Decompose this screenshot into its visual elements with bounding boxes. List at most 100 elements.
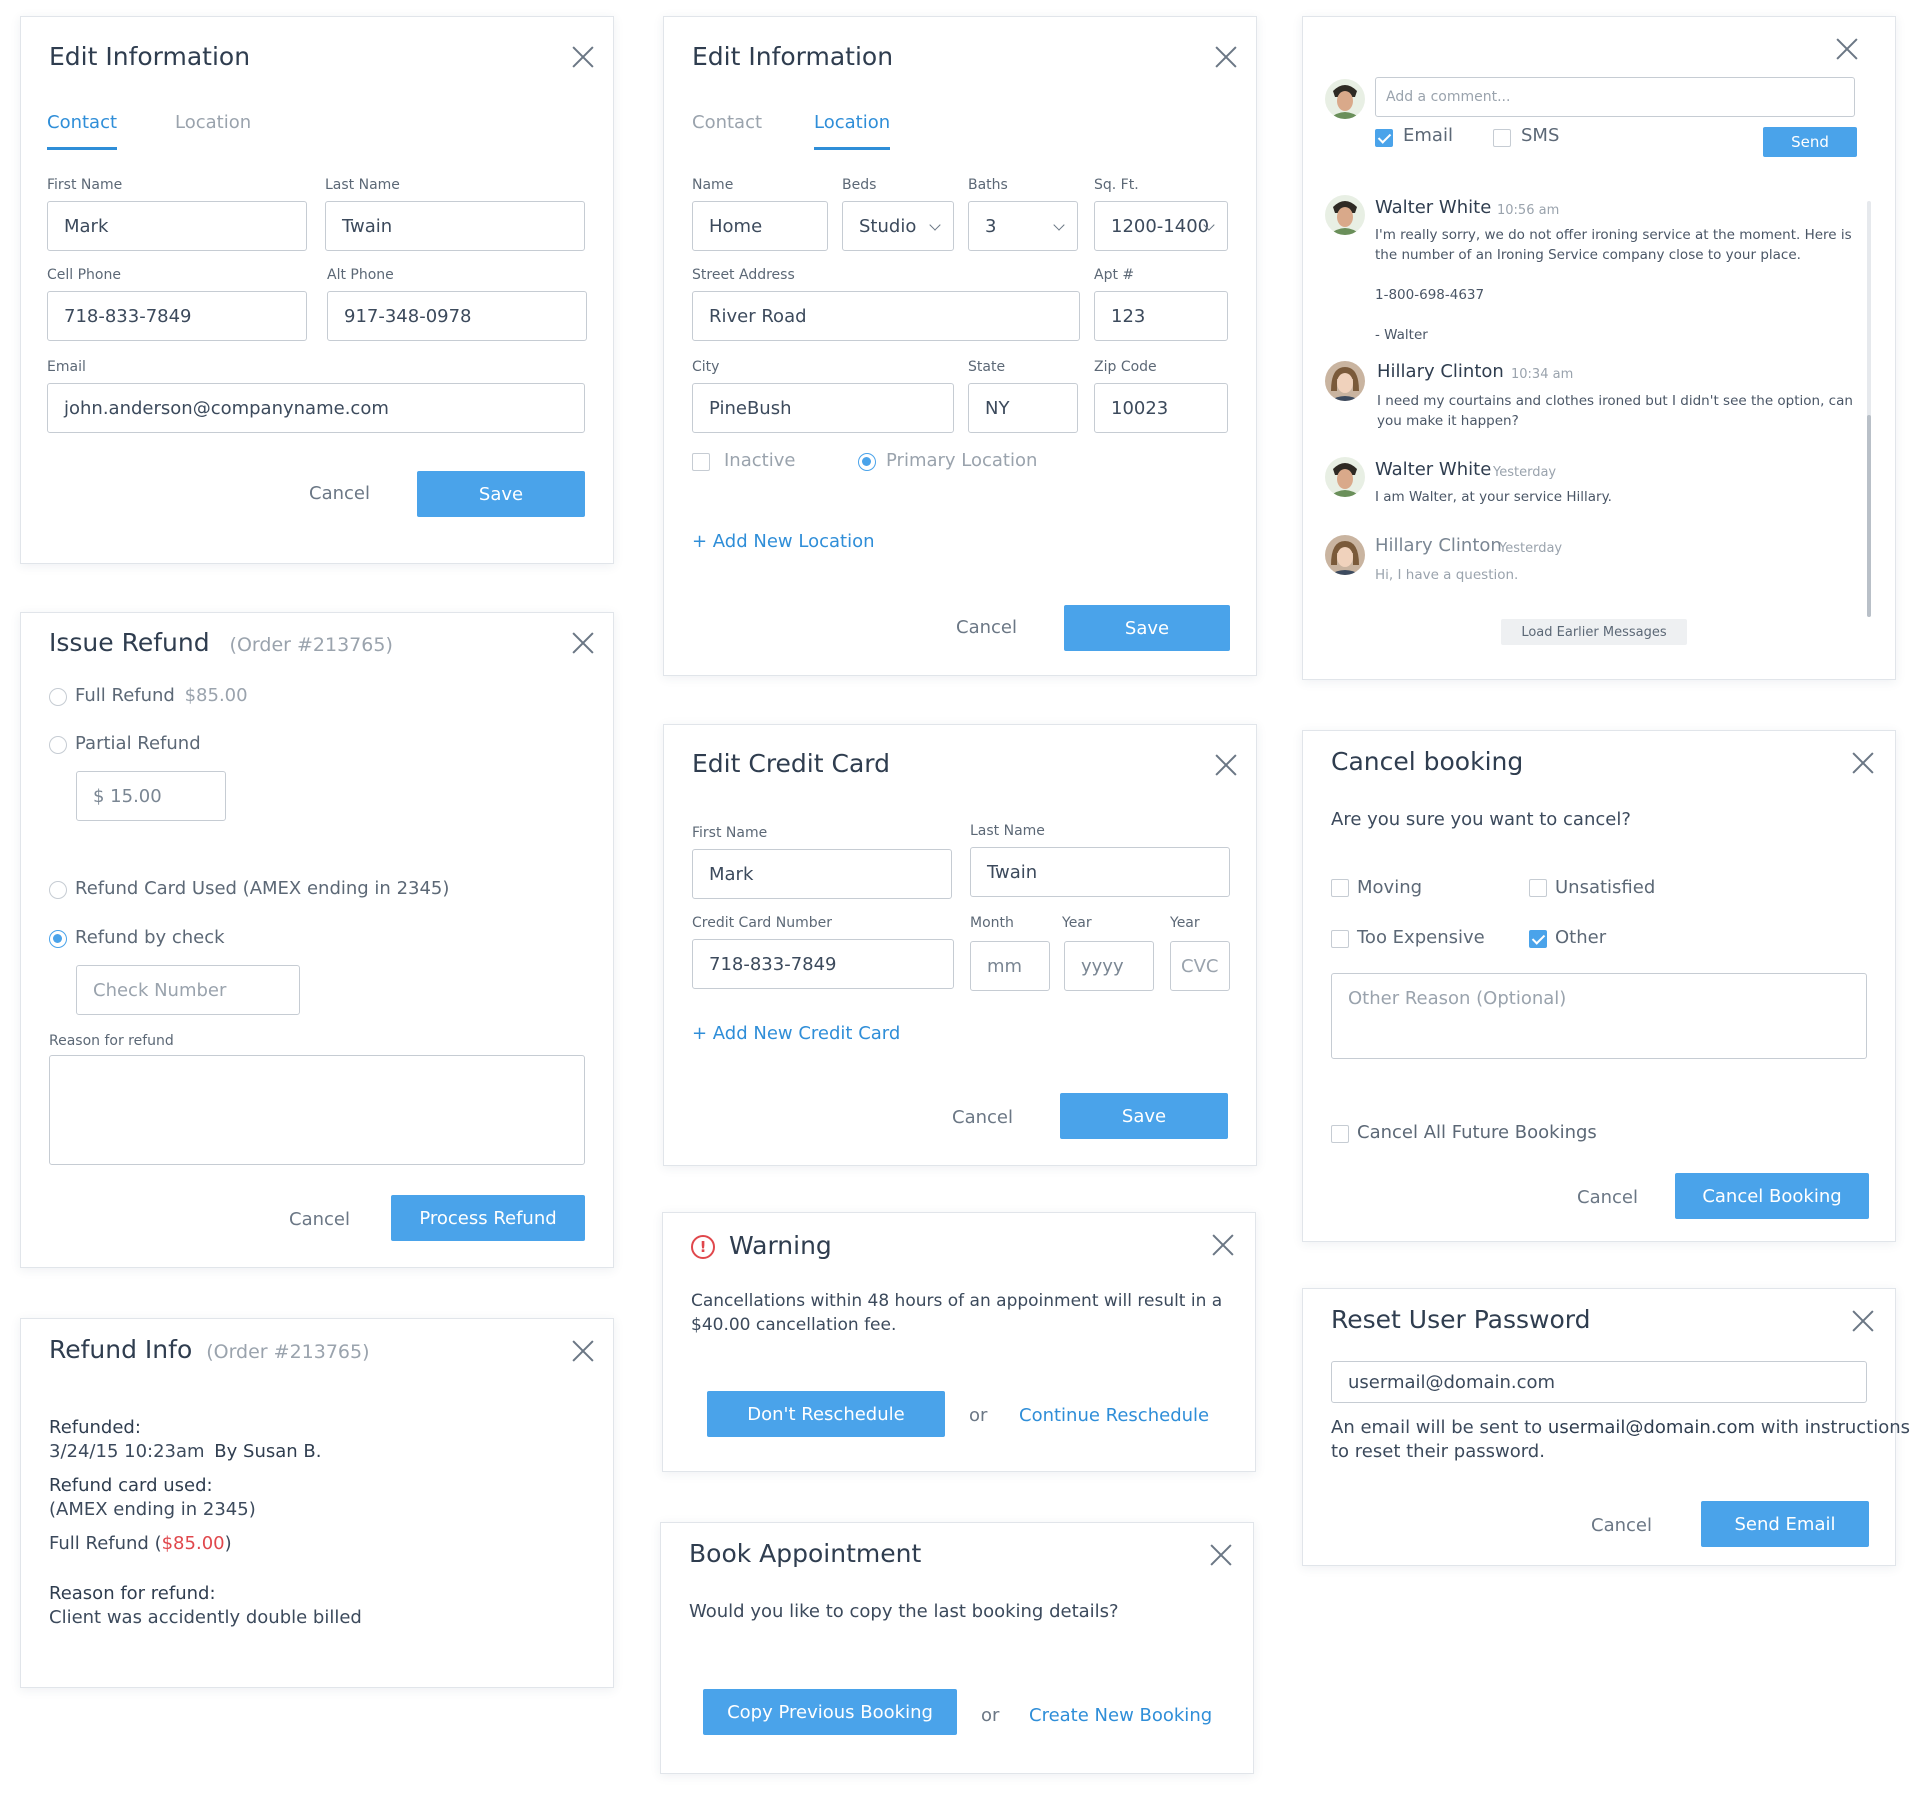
comment-author: Walter White — [1375, 459, 1492, 480]
cancel-button[interactable]: Cancel — [952, 1107, 1013, 1128]
street-label: Street Address — [692, 267, 795, 283]
or-separator: or — [981, 1705, 1000, 1726]
email-checkbox[interactable] — [1375, 129, 1393, 147]
partial-refund-radio[interactable] — [49, 736, 67, 754]
avatar — [1325, 361, 1365, 401]
state-field[interactable]: NY — [968, 383, 1078, 433]
sms-checkbox[interactable] — [1493, 129, 1511, 147]
refunded-date: 3/24/15 10:23am — [49, 1441, 205, 1462]
add-location-link[interactable]: + Add New Location — [692, 531, 875, 552]
inactive-checkbox[interactable] — [692, 453, 710, 471]
cancel-button[interactable]: Cancel — [309, 483, 370, 504]
cancel-future-checkbox[interactable] — [1331, 1125, 1349, 1143]
full-refund-radio[interactable] — [49, 688, 67, 706]
year-field[interactable]: yyyy — [1064, 941, 1154, 991]
moving-label: Moving — [1357, 877, 1423, 898]
comment-text: 1-800-698-4637 — [1375, 287, 1485, 303]
street-field[interactable]: River Road — [692, 291, 1080, 341]
send-button[interactable]: Send — [1763, 127, 1857, 157]
city-field[interactable]: PineBush — [692, 383, 954, 433]
close-icon[interactable] — [1849, 749, 1877, 777]
comment-input[interactable]: Add a comment... — [1375, 77, 1855, 117]
tab-contact[interactable]: Contact — [47, 112, 118, 150]
send-email-button[interactable]: Send Email — [1701, 1501, 1869, 1547]
alt-phone-field[interactable]: 917-348-0978 — [327, 291, 587, 341]
beds-select[interactable]: Studio — [842, 201, 954, 251]
refund-card-radio[interactable] — [49, 881, 67, 899]
partial-amount-field[interactable]: $ 15.00 — [76, 771, 226, 821]
continue-reschedule-link[interactable]: Continue Reschedule — [1019, 1405, 1209, 1426]
first-name-field[interactable]: Mark — [692, 849, 952, 899]
tab-location[interactable]: Location — [175, 112, 251, 147]
close-icon[interactable] — [1212, 751, 1240, 779]
refund-check-radio[interactable] — [49, 930, 67, 948]
comment-text: I'm really sorry, we do not offer ironin… — [1375, 227, 1852, 263]
other-checkbox[interactable] — [1529, 930, 1547, 948]
save-button[interactable]: Save — [417, 471, 585, 517]
cancel-button[interactable]: Cancel — [289, 1209, 350, 1230]
primary-location-radio[interactable] — [858, 453, 876, 471]
email-label: Email — [47, 359, 86, 375]
user-email-field[interactable]: usermail@domain.com — [1331, 1361, 1867, 1403]
partial-refund-label: Partial Refund — [75, 733, 201, 754]
add-card-link[interactable]: + Add New Credit Card — [692, 1023, 900, 1044]
month-field[interactable]: mm — [970, 941, 1050, 991]
alt-phone-label: Alt Phone — [327, 267, 394, 283]
close-icon[interactable] — [1833, 35, 1861, 63]
first-name-field[interactable]: Mark — [47, 201, 307, 251]
dont-reschedule-button[interactable]: Don't Reschedule — [707, 1391, 945, 1437]
scrollbar-thumb[interactable] — [1867, 415, 1871, 617]
tab-contact[interactable]: Contact — [692, 112, 762, 147]
save-button[interactable]: Save — [1060, 1093, 1228, 1139]
close-icon[interactable] — [569, 629, 597, 657]
close-icon[interactable] — [569, 43, 597, 71]
cancel-button[interactable]: Cancel — [1577, 1187, 1638, 1208]
cancel-button[interactable]: Cancel — [956, 617, 1017, 638]
modal-title: Edit Information — [692, 42, 894, 71]
other-reason-textarea[interactable]: Other Reason (Optional) — [1331, 973, 1867, 1059]
cancel-question: Are you sure you want to cancel? — [1331, 809, 1631, 830]
cancel-booking-button[interactable]: Cancel Booking — [1675, 1173, 1869, 1219]
close-icon[interactable] — [1209, 1231, 1237, 1259]
comment-text: Hi, I have a question. — [1375, 567, 1519, 583]
check-number-field[interactable]: Check Number — [76, 965, 300, 1015]
reset-note-line-1: An email will be sent to usermail@domain… — [1331, 1417, 1910, 1438]
email-field[interactable]: john.anderson@companyname.com — [47, 383, 585, 433]
zip-field[interactable]: 10023 — [1094, 383, 1228, 433]
create-new-booking-link[interactable]: Create New Booking — [1029, 1705, 1212, 1726]
reason-textarea[interactable] — [49, 1055, 585, 1165]
moving-checkbox[interactable] — [1331, 879, 1349, 897]
comment-time: Yesterday — [1499, 541, 1563, 556]
full-refund-label: Full Refund $85.00 — [75, 685, 248, 706]
unsatisfied-checkbox[interactable] — [1529, 879, 1547, 897]
close-icon[interactable] — [1212, 43, 1240, 71]
full-refund-line: Full Refund ($85.00) — [49, 1533, 232, 1554]
avatar — [1325, 79, 1365, 119]
cell-phone-field[interactable]: 718-833-7849 — [47, 291, 307, 341]
cancel-button[interactable]: Cancel — [1591, 1515, 1652, 1536]
modal-title: Reset User Password — [1331, 1305, 1591, 1334]
copy-previous-booking-button[interactable]: Copy Previous Booking — [703, 1689, 957, 1735]
sqft-select[interactable]: 1200-1400 — [1094, 201, 1228, 251]
comment-text: I need my courtains and clothes ironed b… — [1377, 393, 1853, 429]
last-name-field[interactable]: Twain — [325, 201, 585, 251]
apt-field[interactable]: 123 — [1094, 291, 1228, 341]
too-expensive-checkbox[interactable] — [1331, 930, 1349, 948]
tab-location[interactable]: Location — [814, 112, 891, 150]
process-refund-button[interactable]: Process Refund — [391, 1195, 585, 1241]
comment-author: Hillary Clinton — [1375, 535, 1502, 556]
close-icon[interactable] — [569, 1337, 597, 1365]
name-field[interactable]: Home — [692, 201, 828, 251]
cvc-field[interactable]: CVC — [1170, 941, 1230, 991]
close-icon[interactable] — [1207, 1541, 1235, 1569]
comment-time: Yesterday — [1493, 465, 1557, 480]
avatar — [1325, 535, 1365, 575]
close-icon[interactable] — [1849, 1307, 1877, 1335]
load-earlier-button[interactable]: Load Earlier Messages — [1501, 619, 1687, 645]
last-name-field[interactable]: Twain — [970, 847, 1230, 897]
baths-select[interactable]: 3 — [968, 201, 1078, 251]
save-button[interactable]: Save — [1064, 605, 1230, 651]
card-number-field[interactable]: 718-833-7849 — [692, 939, 954, 989]
card-number-label: Credit Card Number — [692, 915, 832, 931]
book-appointment-modal: Book Appointment Would you like to copy … — [660, 1522, 1254, 1774]
